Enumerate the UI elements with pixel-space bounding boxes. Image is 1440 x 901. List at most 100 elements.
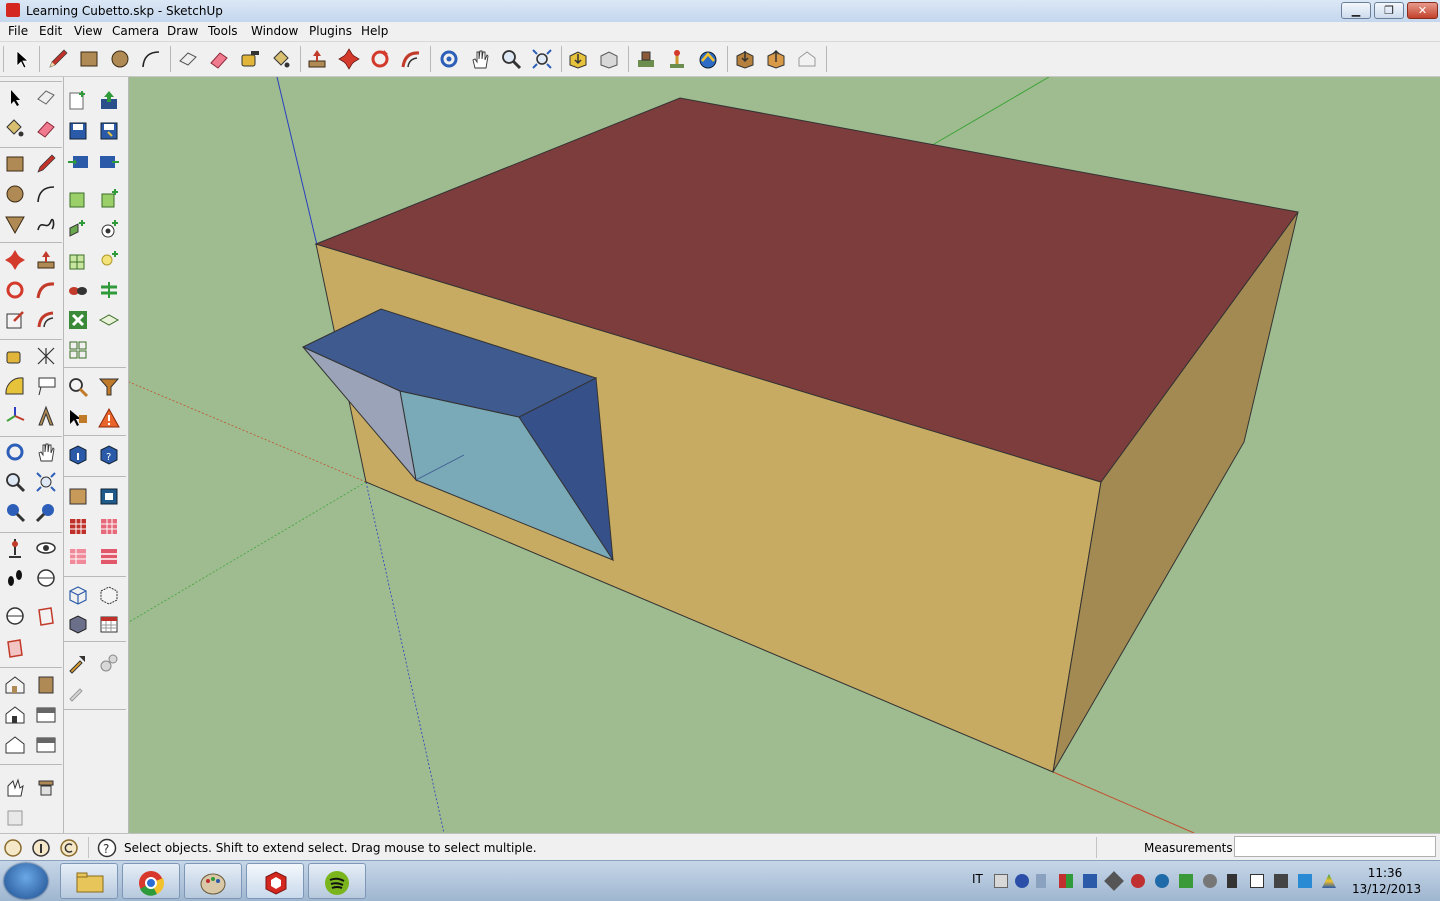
- pan-tool-icon[interactable]: [35, 441, 57, 463]
- iso-view-icon[interactable]: [4, 674, 26, 696]
- geo-location-icon[interactable]: [635, 48, 657, 70]
- front-view-icon[interactable]: [4, 704, 26, 726]
- solid-view-icon[interactable]: [67, 613, 89, 635]
- filter-icon[interactable]: [98, 376, 120, 398]
- zoom-extents-icon[interactable]: [531, 48, 553, 70]
- freehand-tool-icon[interactable]: [35, 213, 57, 235]
- dimension-tool-icon[interactable]: [35, 345, 57, 367]
- new-zone-icon[interactable]: [67, 187, 89, 209]
- nvidia-icon[interactable]: [1179, 874, 1193, 888]
- section-plane-icon[interactable]: [35, 567, 57, 589]
- section-cut-icon[interactable]: [35, 605, 57, 627]
- axes-tool-icon[interactable]: [4, 405, 26, 427]
- pencil-icon[interactable]: [47, 48, 69, 70]
- tape-measure-tool-icon[interactable]: [4, 345, 26, 367]
- help-cube-icon[interactable]: ?: [98, 444, 120, 466]
- polygon-tool-icon[interactable]: [4, 213, 26, 235]
- section-fill-icon[interactable]: [4, 637, 26, 659]
- material-light-red-icon[interactable]: [67, 545, 89, 567]
- new-model-icon[interactable]: [67, 89, 89, 111]
- warning-icon[interactable]: [98, 407, 120, 429]
- modeling-viewport[interactable]: [129, 77, 1440, 833]
- wireframe-view-icon[interactable]: [67, 584, 89, 606]
- extension-icon[interactable]: [796, 48, 818, 70]
- extra-tool-icon[interactable]: [67, 680, 89, 702]
- rendering-settings-icon[interactable]: [98, 309, 120, 331]
- spotify-task[interactable]: [308, 863, 366, 899]
- menu-camera[interactable]: Camera: [112, 24, 159, 38]
- follow-me-tool-icon[interactable]: [35, 279, 57, 301]
- orbit-icon[interactable]: [438, 48, 460, 70]
- pan-icon[interactable]: [469, 48, 491, 70]
- outliner-icon[interactable]: [67, 339, 89, 361]
- menu-tools[interactable]: Tools: [208, 24, 238, 38]
- sandbox-smoove-icon[interactable]: [4, 776, 26, 798]
- menu-plugins[interactable]: Plugins: [309, 24, 352, 38]
- shading-surface-icon[interactable]: [67, 279, 89, 301]
- app-tray-icon[interactable]: [1059, 874, 1073, 888]
- maximize-button[interactable]: ❐: [1374, 2, 1404, 19]
- rotate-icon[interactable]: [369, 48, 391, 70]
- eraser-icon[interactable]: [208, 48, 230, 70]
- get-component-icon[interactable]: [734, 48, 756, 70]
- clock-time[interactable]: 11:36: [1365, 866, 1405, 880]
- clock-date[interactable]: 13/12/2013: [1352, 882, 1421, 896]
- menu-view[interactable]: View: [74, 24, 102, 38]
- paint-bucket-icon[interactable]: [270, 48, 292, 70]
- paint-bucket-tool-icon[interactable]: [4, 117, 26, 139]
- new-space-grid-icon[interactable]: [67, 249, 89, 271]
- action-center-icon[interactable]: [1227, 874, 1237, 888]
- menu-help[interactable]: Help: [361, 24, 388, 38]
- text-tool-icon[interactable]: [35, 375, 57, 397]
- select-icon[interactable]: [11, 48, 33, 70]
- zone-color-icon[interactable]: [67, 485, 89, 507]
- circle-tool-icon[interactable]: [4, 183, 26, 205]
- bluetooth-icon[interactable]: [1298, 874, 1312, 888]
- network-icon[interactable]: [1274, 874, 1288, 888]
- next-view-icon[interactable]: [35, 501, 57, 523]
- update-icon[interactable]: [1203, 874, 1217, 888]
- move-tool-icon[interactable]: [4, 249, 26, 271]
- zoom-icon[interactable]: [500, 48, 522, 70]
- right-view-icon[interactable]: [35, 704, 57, 726]
- material-pink-icon[interactable]: [98, 515, 120, 537]
- sketchup-task[interactable]: [246, 863, 304, 899]
- dropbox-icon[interactable]: [1104, 871, 1124, 891]
- push-pull-tool-icon[interactable]: [35, 249, 57, 271]
- space-color-icon[interactable]: [98, 485, 120, 507]
- make-component-icon[interactable]: [177, 48, 199, 70]
- save-model-icon[interactable]: [67, 120, 89, 142]
- select-tool-icon[interactable]: [4, 87, 26, 109]
- menu-edit[interactable]: Edit: [39, 24, 62, 38]
- top-view-icon[interactable]: [35, 674, 57, 696]
- push-pull-icon[interactable]: [306, 48, 328, 70]
- google-drive-icon[interactable]: [1322, 874, 1336, 888]
- arc-icon[interactable]: [140, 48, 162, 70]
- close-button[interactable]: ✕: [1407, 2, 1438, 19]
- chrome-task[interactable]: [122, 863, 180, 899]
- orbit-tool-icon[interactable]: [4, 441, 26, 463]
- gears-tool-icon[interactable]: [98, 652, 120, 674]
- export-idf-icon[interactable]: [98, 151, 120, 173]
- monitor-icon[interactable]: [1250, 874, 1264, 888]
- menu-window[interactable]: Window: [251, 24, 298, 38]
- move-icon[interactable]: [338, 48, 360, 70]
- rectangle-icon[interactable]: [78, 48, 100, 70]
- search-icon[interactable]: [67, 376, 89, 398]
- no-sound-icon[interactable]: [1131, 874, 1145, 888]
- surface-matching-icon[interactable]: [98, 279, 120, 301]
- user-status-icon[interactable]: [59, 838, 79, 858]
- info-icon[interactable]: [67, 444, 89, 466]
- sandbox-drape-icon[interactable]: [4, 806, 26, 828]
- minimize-button[interactable]: ▁: [1341, 2, 1371, 19]
- scale-tool-icon[interactable]: [4, 309, 26, 331]
- protractor-tool-icon[interactable]: [4, 375, 26, 397]
- new-illuminance-map-icon[interactable]: [98, 249, 120, 271]
- zoom-tool-icon[interactable]: [4, 471, 26, 493]
- inspector-icon[interactable]: [67, 309, 89, 331]
- file-explorer-task[interactable]: [60, 863, 118, 899]
- look-around-icon[interactable]: [35, 537, 57, 559]
- calendar-view-icon[interactable]: [98, 613, 120, 635]
- new-daylight-control-icon[interactable]: [98, 218, 120, 240]
- paint-task[interactable]: [184, 863, 242, 899]
